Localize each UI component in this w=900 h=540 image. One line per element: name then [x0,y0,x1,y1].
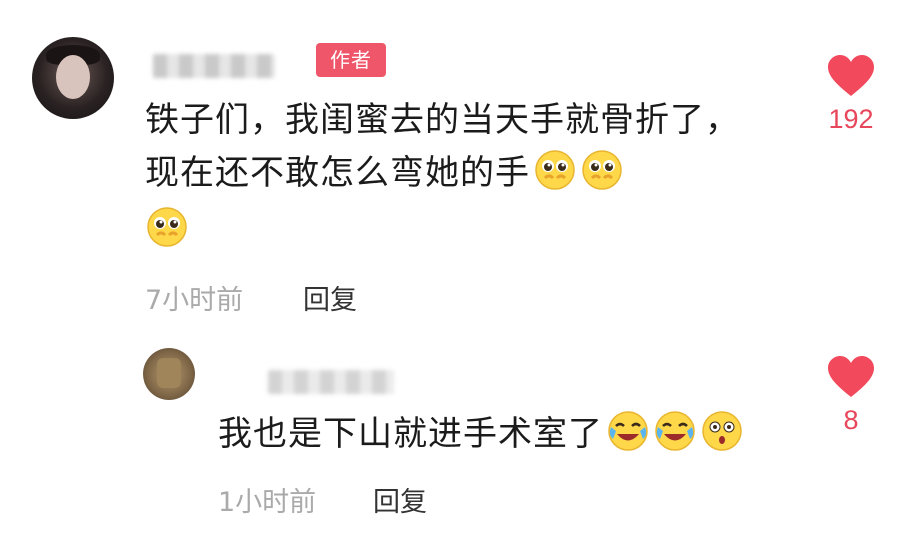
reply-avatar-figure [157,358,181,388]
reply-like-count: 8 [843,405,859,435]
reply-text: 我也是下山就进手术室了 [218,408,818,461]
pleading-face-emoji [582,150,622,190]
like-count: 192 [828,104,874,134]
comment-time: 7小时前 [145,285,244,316]
reply-username-blurred[interactable] [268,370,394,394]
laughing-crying-face-emoji [655,411,695,451]
reply-button[interactable]: 回复 [303,278,357,317]
reply-time: 1小时前 [218,487,317,518]
heart-icon[interactable] [826,355,876,399]
reply-like-button[interactable]: 8 [816,355,886,436]
author-badge: 作者 [316,43,386,77]
reply-avatar[interactable] [143,348,195,400]
astonished-face-emoji [702,411,742,451]
avatar[interactable] [32,37,114,119]
laughing-crying-face-emoji [608,411,648,451]
heart-icon[interactable] [826,54,876,98]
pleading-face-emoji [147,207,187,247]
reply-reply-button[interactable]: 回复 [373,480,427,519]
comment-text-content: 铁子们，我闺蜜去的当天手就骨折了，现在还不敢怎么弯她的手 [145,100,740,193]
reply-text-content: 我也是下山就进手术室了 [218,414,603,454]
pleading-face-emoji [535,150,575,190]
username-blurred[interactable] [153,54,275,78]
avatar-face [56,55,90,99]
comment-text: 铁子们，我闺蜜去的当天手就骨折了，现在还不敢怎么弯她的手 [145,94,755,257]
like-button[interactable]: 192 [816,54,886,135]
